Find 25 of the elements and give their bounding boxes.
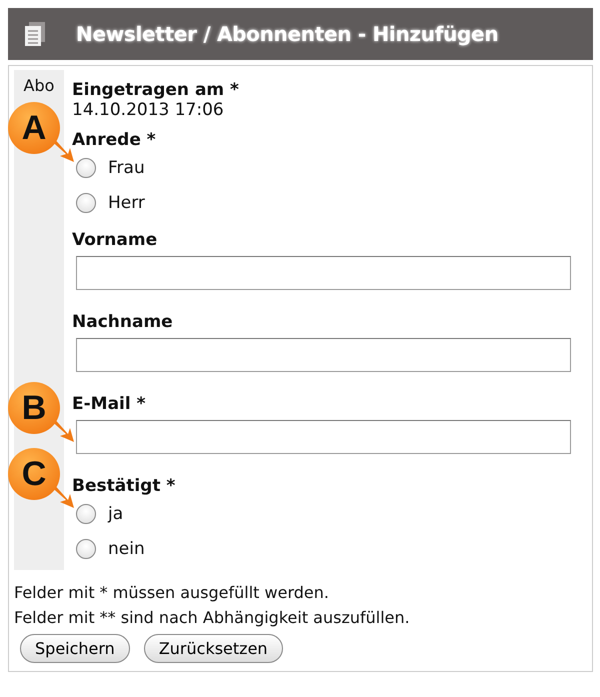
field-label: Anrede * <box>72 130 157 150</box>
field-label: Bestätigt * <box>72 476 176 496</box>
input-field[interactable] <box>76 420 571 454</box>
option-label[interactable]: Frau <box>108 158 145 178</box>
field-label: Nachname <box>72 312 174 332</box>
field-label: E-Mail * <box>72 394 147 414</box>
note-text: Felder mit ** sind nach Abhängigkeit auszufüllen. <box>14 607 411 629</box>
radio-button[interactable] <box>76 192 96 212</box>
field-value: 14.10.2013 17:06 <box>72 100 225 120</box>
document-icon <box>24 21 46 47</box>
input-field[interactable] <box>76 256 571 290</box>
field-label: Eingetragen am * <box>72 80 240 100</box>
option-label[interactable]: Herr <box>108 192 145 212</box>
note-text: Felder mit * müssen ausgefüllt werden. <box>14 582 330 604</box>
form-button[interactable]: Zurücksetzen <box>144 634 283 663</box>
input-field[interactable] <box>76 338 571 372</box>
field-label: Vorname <box>72 230 158 250</box>
option-label[interactable]: nein <box>108 538 145 558</box>
radio-button[interactable] <box>76 504 96 524</box>
radio-button[interactable] <box>76 538 96 558</box>
sidebar-label: Abo <box>24 76 54 95</box>
form-button[interactable]: Speichern <box>20 634 130 663</box>
option-label[interactable]: ja <box>108 504 124 524</box>
radio-button[interactable] <box>76 158 96 178</box>
header-title: Newsletter / Abonnenten - Hinzufügen <box>76 22 498 46</box>
